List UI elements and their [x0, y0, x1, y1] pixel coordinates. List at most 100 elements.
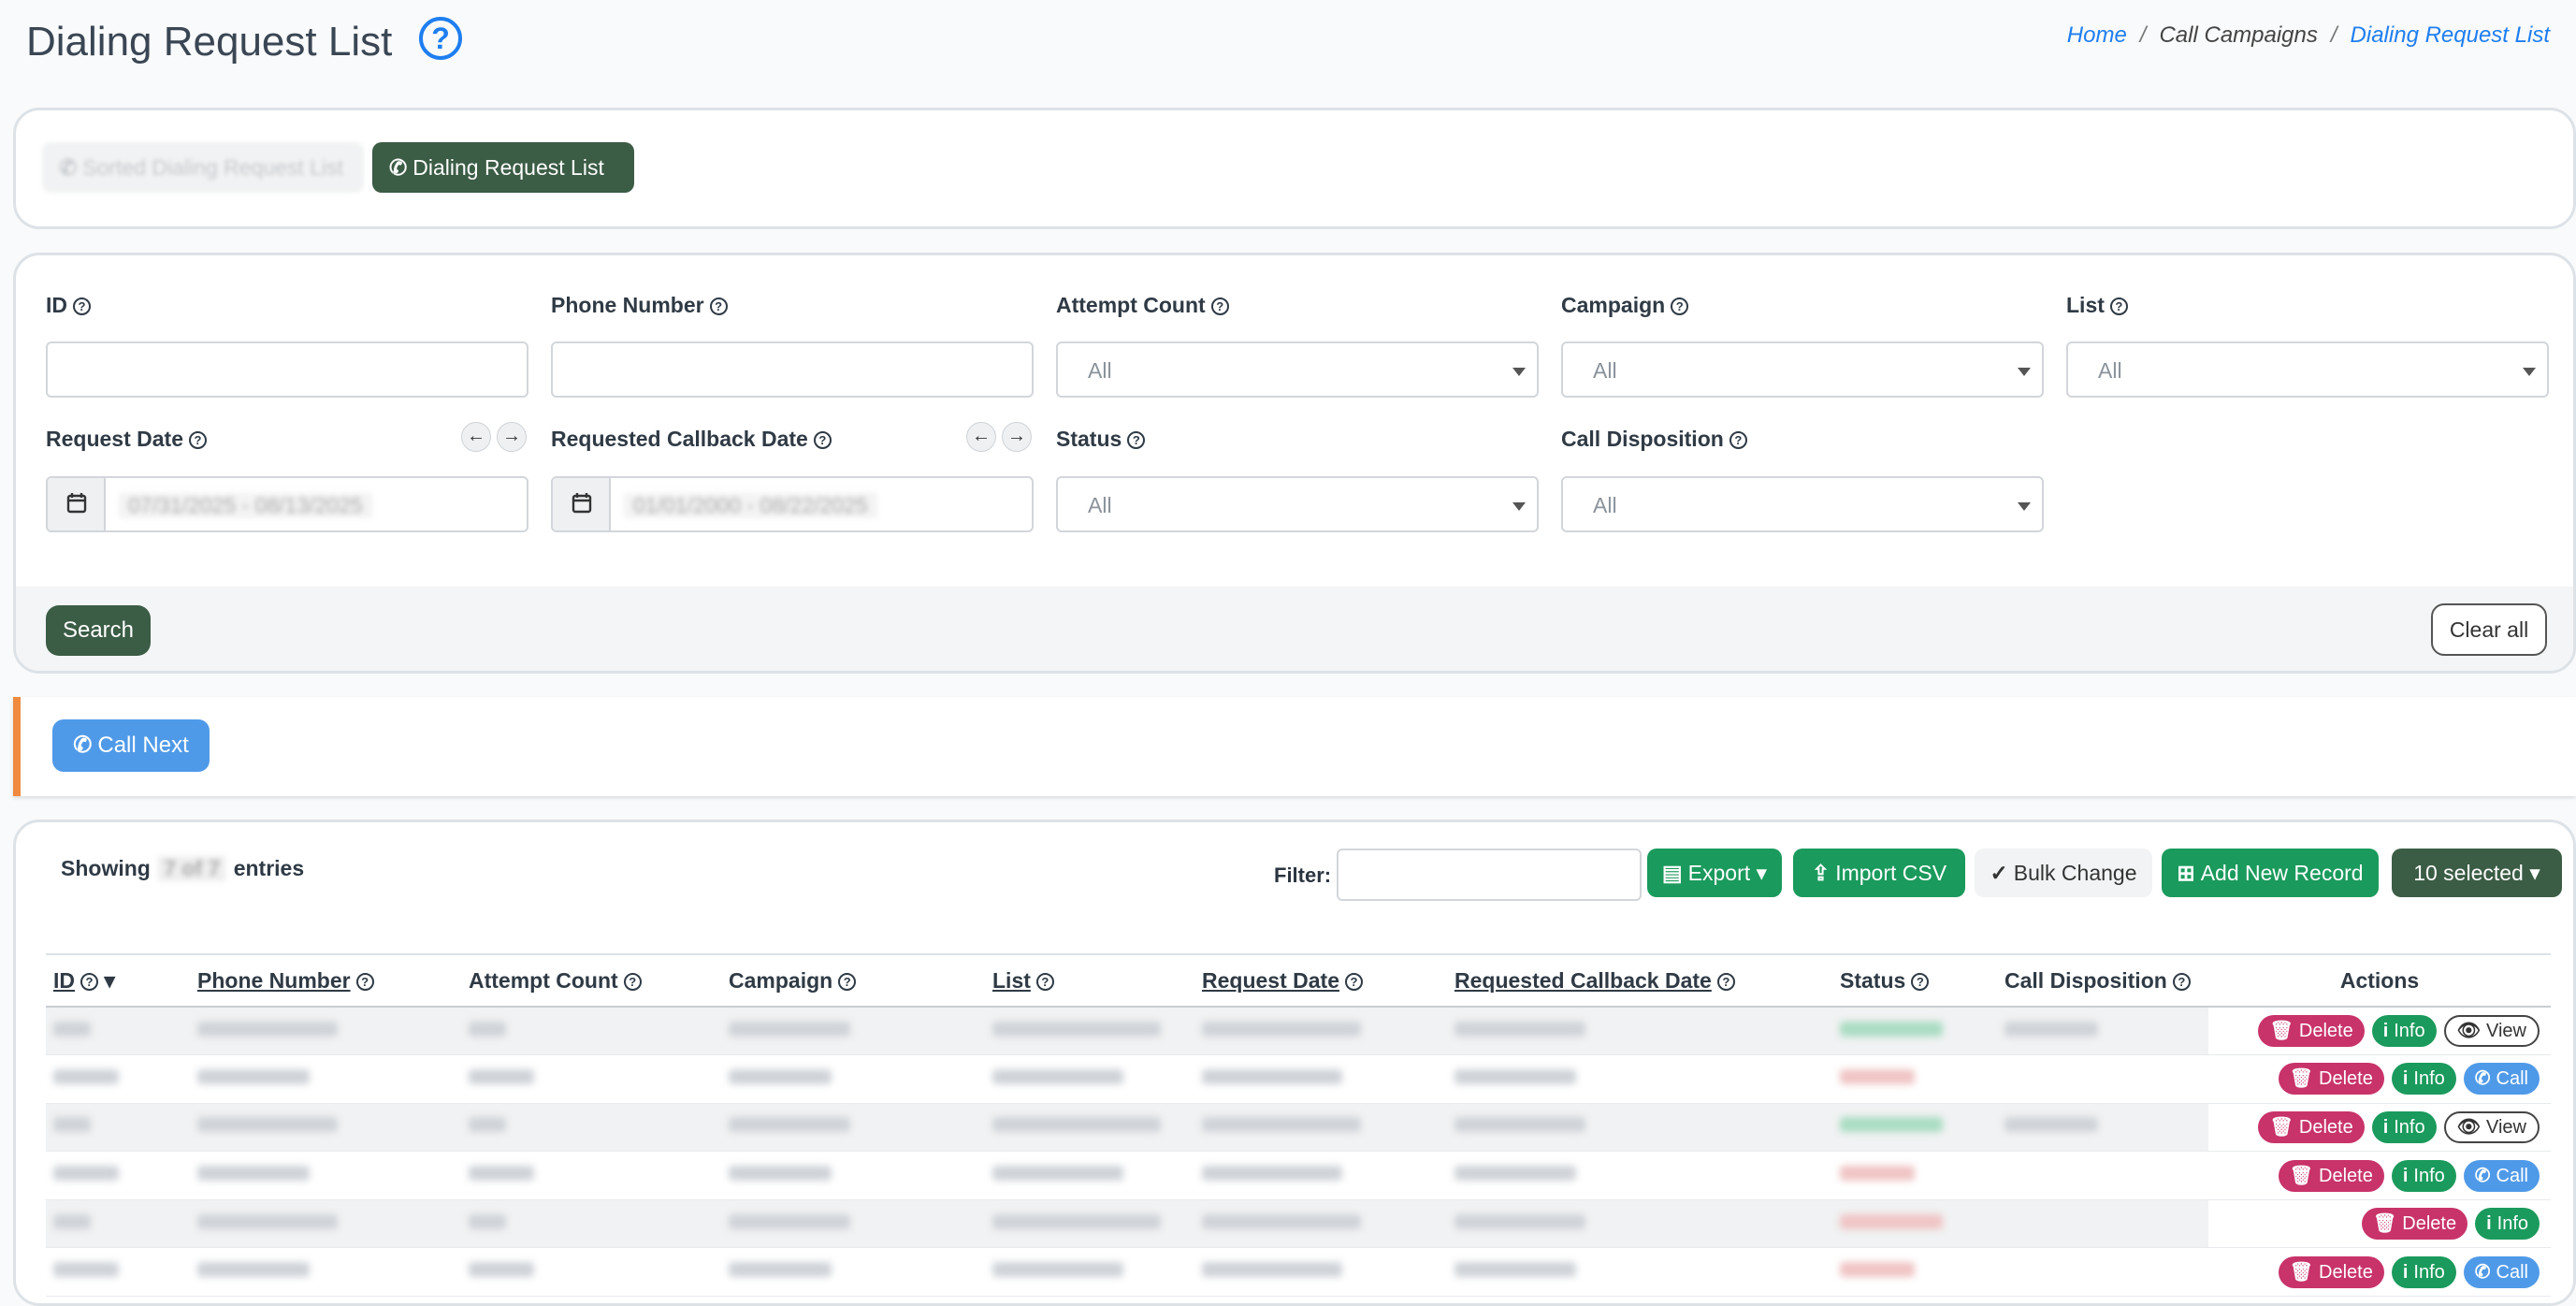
help-circle-icon[interactable]: ?	[1344, 972, 1363, 991]
caret-down-icon	[2523, 368, 2536, 376]
call-button[interactable]: ✆ Call	[2463, 1255, 2540, 1288]
call-button[interactable]: ✆ Call	[2463, 1159, 2540, 1192]
table-cell	[1997, 1007, 2208, 1056]
status-select[interactable]: All	[1056, 476, 1539, 532]
help-circle-icon[interactable]: ?	[2109, 297, 2128, 315]
call-disposition-select[interactable]: All	[1561, 476, 2044, 532]
table-cell	[1447, 1151, 1832, 1200]
redacted-value	[197, 1213, 338, 1229]
campaign-select[interactable]: All	[1561, 341, 2044, 398]
breadcrumb-home[interactable]: Home	[2067, 22, 2127, 48]
add-new-record-button[interactable]: ⊞ Add New Record	[2162, 849, 2379, 897]
arrow-right-icon[interactable]: →	[497, 422, 527, 452]
calendar-icon[interactable]	[48, 478, 106, 530]
add-label: Add New Record	[2200, 861, 2364, 885]
filter-label-campaign: Campaign?	[1561, 293, 1689, 318]
help-circle-icon[interactable]: ?	[419, 17, 462, 60]
help-circle-icon[interactable]: ?	[813, 431, 832, 449]
requested-callback-date-input[interactable]: 01/01/2000 - 08/22/2025	[551, 476, 1034, 532]
delete-button[interactable]: 🗑 Delete	[2278, 1159, 2384, 1192]
phone-icon: ✆	[2474, 1165, 2491, 1186]
delete-button[interactable]: 🗑 Delete	[2258, 1110, 2365, 1143]
help-circle-icon[interactable]: ?	[623, 972, 642, 991]
arrow-left-icon[interactable]: ←	[966, 422, 996, 452]
bulk-change-button[interactable]: ✓ Bulk Change	[1975, 849, 2152, 897]
view-button[interactable]: 👁 View	[2443, 1110, 2540, 1143]
column-header-phone-number[interactable]: Phone Number?	[190, 953, 461, 1008]
table-row[interactable]: 🗑 Delete i Info ✆ Call	[46, 1151, 2551, 1200]
delete-button[interactable]: 🗑 Delete	[2278, 1255, 2384, 1288]
call-next-button[interactable]: ✆ Call Next	[52, 719, 210, 772]
info-button[interactable]: i Info	[2475, 1208, 2540, 1241]
view-button[interactable]: 👁 View	[2443, 1015, 2540, 1048]
table-cell	[721, 1247, 985, 1298]
import-csv-button[interactable]: ⇪ Import CSV	[1793, 849, 1965, 897]
call-button[interactable]: ✆ Call	[2463, 1063, 2540, 1096]
table-filter-input[interactable]	[1337, 849, 1642, 901]
filter-label-text: Phone Number	[551, 293, 704, 317]
filter-label-list: List?	[2066, 293, 2128, 318]
help-circle-icon[interactable]: ?	[1911, 972, 1930, 991]
phone-icon: ✆	[389, 155, 408, 180]
help-circle-icon[interactable]: ?	[1729, 431, 1747, 449]
help-circle-icon[interactable]: ?	[1210, 297, 1229, 315]
help-circle-icon[interactable]: ?	[2172, 972, 2191, 991]
search-button[interactable]: Search	[46, 605, 151, 656]
table-cell	[1832, 1007, 1997, 1056]
id-input[interactable]	[46, 341, 528, 398]
delete-button[interactable]: 🗑 Delete	[2258, 1015, 2365, 1048]
column-header-request-date[interactable]: Request Date?	[1194, 953, 1447, 1008]
phone-number-input[interactable]	[551, 341, 1034, 398]
export-button[interactable]: ▤ Export ▾	[1647, 849, 1782, 897]
info-button[interactable]: i Info	[2371, 1110, 2437, 1143]
attempt-count-select[interactable]: All	[1056, 341, 1539, 398]
help-circle-icon[interactable]: ?	[1716, 972, 1735, 991]
help-circle-icon[interactable]: ?	[838, 972, 857, 991]
column-header-list[interactable]: List?	[985, 953, 1194, 1008]
page-title: Dialing Request List	[26, 19, 393, 65]
sort-desc-icon[interactable]: ▾	[104, 968, 115, 993]
help-circle-icon[interactable]: ?	[1671, 297, 1689, 315]
redacted-value	[469, 1068, 534, 1084]
help-circle-icon[interactable]: ?	[1127, 431, 1146, 449]
info-button[interactable]: i Info	[2391, 1063, 2456, 1096]
calendar-icon[interactable]	[553, 478, 611, 530]
info-button[interactable]: i Info	[2391, 1159, 2456, 1192]
info-button[interactable]: i Info	[2371, 1015, 2437, 1048]
delete-button[interactable]: 🗑 Delete	[2278, 1063, 2384, 1096]
info-button[interactable]: i Info	[2391, 1255, 2456, 1288]
breadcrumb-current[interactable]: Dialing Request List	[2351, 22, 2550, 48]
redacted-value	[469, 1117, 506, 1133]
redacted-value	[1840, 1213, 1943, 1229]
arrow-right-icon[interactable]: →	[1002, 422, 1032, 452]
table-row[interactable]: 🗑 Delete i Info 👁 View	[46, 1103, 2551, 1153]
help-circle-icon[interactable]: ?	[1035, 972, 1054, 991]
clear-all-button[interactable]: Clear all	[2431, 603, 2547, 656]
selected-columns-dropdown[interactable]: 10 selected ▾	[2392, 849, 2562, 897]
column-header-id[interactable]: ID? ▾	[46, 953, 190, 1008]
redacted-value	[469, 1262, 534, 1278]
tab-sorted-dialing-request-list[interactable]: ✆ Sorted Dialing Request List	[42, 142, 364, 193]
dialing-request-table: ID? ▾ Phone Number? Attempt Count? Campa…	[46, 953, 2551, 1298]
help-circle-icon[interactable]: ?	[355, 972, 374, 991]
redacted-value	[1840, 1068, 1915, 1084]
trash-icon: 🗑	[2269, 1116, 2294, 1138]
export-label: Export	[1687, 861, 1751, 885]
table-cell	[1194, 1247, 1447, 1298]
selected-label: 10 selected	[2413, 861, 2524, 885]
table-row[interactable]: 🗑 Delete i Info ✆ Call	[46, 1247, 2551, 1298]
tab-dialing-request-list[interactable]: ✆ Dialing Request List	[372, 142, 634, 193]
arrow-left-icon[interactable]: ←	[461, 422, 491, 452]
table-row[interactable]: 🗑 Delete i Info	[46, 1199, 2551, 1249]
column-header-requested-callback-date[interactable]: Requested Callback Date?	[1447, 953, 1832, 1008]
table-row[interactable]: 🗑 Delete i Info 👁 View	[46, 1007, 2551, 1056]
delete-button[interactable]: 🗑 Delete	[2361, 1208, 2468, 1241]
request-date-input[interactable]: 07/31/2025 - 08/13/2025	[46, 476, 528, 532]
list-select[interactable]: All	[2066, 341, 2549, 398]
help-circle-icon[interactable]: ?	[188, 431, 207, 449]
caret-down-icon	[2018, 502, 2031, 511]
help-circle-icon[interactable]: ?	[80, 972, 98, 991]
table-row[interactable]: 🗑 Delete i Info ✆ Call	[46, 1054, 2551, 1104]
help-circle-icon[interactable]: ?	[73, 297, 91, 315]
help-circle-icon[interactable]: ?	[709, 297, 728, 315]
